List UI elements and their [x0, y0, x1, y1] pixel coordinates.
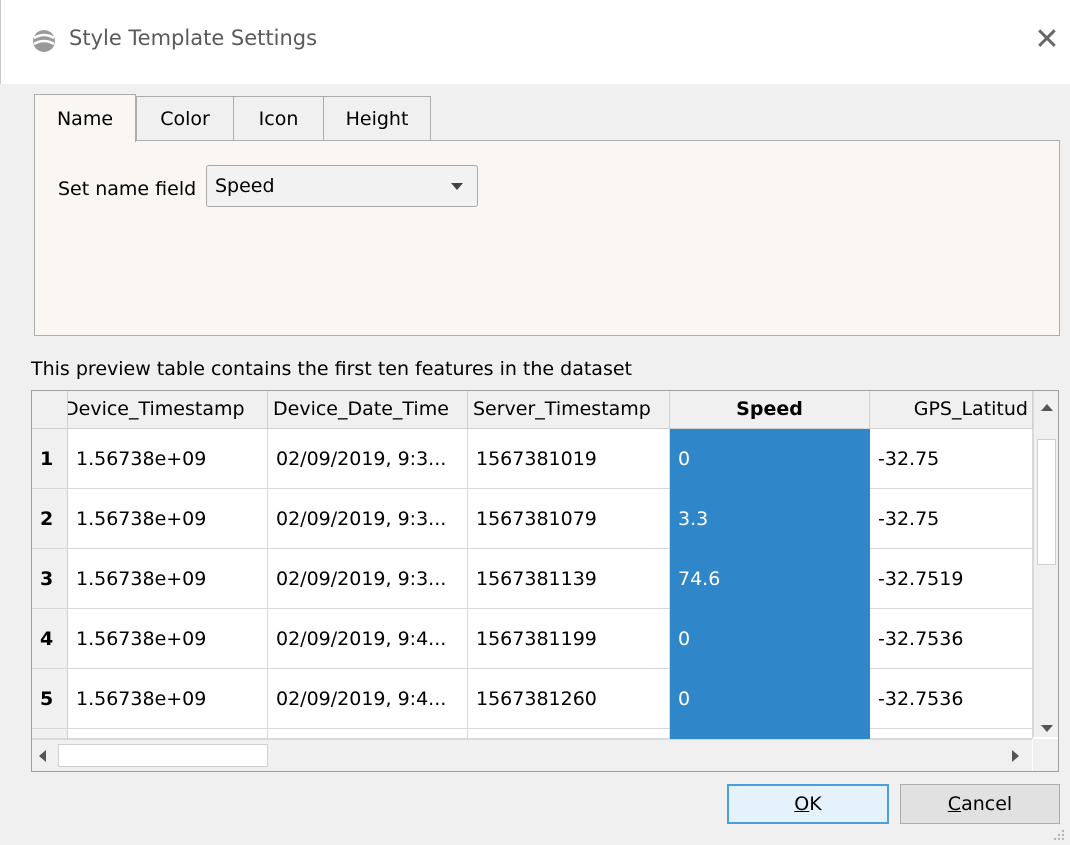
name-field-dropdown[interactable]: Speed	[206, 165, 478, 207]
table-cell[interactable]: 1567381019	[468, 429, 670, 489]
table-cell-selected[interactable]: 0	[670, 429, 870, 489]
close-button[interactable]: ✕	[1029, 22, 1065, 58]
tab-name-label: Name	[56, 107, 114, 130]
table-cell-selected[interactable]: 74.6	[670, 549, 870, 609]
table-cell[interactable]: 02/09/2019, 9:3...	[268, 429, 468, 489]
table-cell[interactable]: 1.56738e+09	[68, 669, 268, 729]
scroll-down-icon[interactable]	[1041, 725, 1053, 732]
table-cell[interactable]: 1567381139	[468, 549, 670, 609]
resize-grip-icon[interactable]	[1050, 826, 1066, 842]
table-cell-partial-selected	[670, 729, 870, 739]
tab-icon[interactable]: Icon	[233, 96, 324, 140]
tab-height[interactable]: Height	[323, 96, 431, 140]
table-cell[interactable]: -32.75	[870, 489, 1033, 549]
preview-description: This preview table contains the first te…	[31, 358, 632, 380]
ok-button-label: OK	[794, 793, 822, 815]
ok-button[interactable]: OK	[727, 784, 889, 824]
row-header[interactable]: 3	[32, 549, 68, 609]
column-header-device-timestamp[interactable]: Device_Timestamp	[68, 391, 268, 429]
preview-table: Device_Timestamp Device_Date_Time Server…	[31, 390, 1059, 772]
table-cell[interactable]: -32.75	[870, 429, 1033, 489]
column-header-gps-latitude[interactable]: GPS_Latitud	[870, 391, 1033, 429]
close-icon: ✕	[1034, 22, 1060, 57]
table-cell-partial	[268, 729, 468, 739]
table-cell-selected[interactable]: 0	[670, 609, 870, 669]
table-cell-selected[interactable]: 3.3	[670, 489, 870, 549]
row-header[interactable]: 2	[32, 489, 68, 549]
row-header[interactable]: 5	[32, 669, 68, 729]
table-cell[interactable]: 02/09/2019, 9:4...	[268, 669, 468, 729]
table-cell[interactable]: -32.7536	[870, 669, 1033, 729]
table-cell[interactable]: 1.56738e+09	[68, 609, 268, 669]
scroll-up-icon[interactable]	[1041, 404, 1053, 411]
scroll-corner	[1033, 739, 1058, 771]
app-globe-icon	[33, 30, 55, 52]
table-cell[interactable]: -32.7536	[870, 609, 1033, 669]
tab-icon-label: Icon	[258, 107, 299, 130]
table-cell[interactable]: -32.7519	[870, 549, 1033, 609]
table-cell[interactable]: 1.56738e+09	[68, 489, 268, 549]
table-cell[interactable]: 1.56738e+09	[68, 549, 268, 609]
row-header-partial	[32, 729, 68, 739]
tab-height-label: Height	[345, 107, 409, 130]
table-cell[interactable]: 1567381260	[468, 669, 670, 729]
column-header-device-date-time[interactable]: Device_Date_Time	[268, 391, 468, 429]
table-cell[interactable]: 1567381079	[468, 489, 670, 549]
table-cell-partial	[468, 729, 670, 739]
tab-color[interactable]: Color	[136, 96, 234, 140]
table-cell[interactable]: 02/09/2019, 9:3...	[268, 489, 468, 549]
table-cell[interactable]: 02/09/2019, 9:4...	[268, 609, 468, 669]
horizontal-scroll-thumb[interactable]	[58, 744, 268, 767]
row-header[interactable]: 4	[32, 609, 68, 669]
cancel-button-label: Cancel	[947, 793, 1013, 815]
name-field-value: Speed	[215, 175, 275, 197]
table-cell-partial	[68, 729, 268, 739]
row-header[interactable]: 1	[32, 429, 68, 489]
column-header-server-timestamp[interactable]: Server_Timestamp	[468, 391, 670, 429]
vertical-scroll-thumb[interactable]	[1037, 439, 1056, 565]
table-corner	[32, 391, 68, 429]
chevron-down-icon	[451, 183, 463, 190]
scroll-left-icon[interactable]	[39, 750, 46, 762]
vertical-scrollbar[interactable]	[1033, 391, 1058, 737]
scroll-right-icon[interactable]	[1012, 750, 1019, 762]
tab-color-label: Color	[160, 107, 210, 130]
name-tab-panel	[34, 140, 1060, 336]
window-title: Style Template Settings	[69, 26, 318, 50]
table-cell-partial	[870, 729, 1033, 739]
table-cell[interactable]: 1.56738e+09	[68, 429, 268, 489]
table-cell[interactable]: 1567381199	[468, 609, 670, 669]
set-name-field-label: Set name field	[58, 178, 197, 200]
tab-name[interactable]: Name	[34, 94, 136, 142]
column-header-speed[interactable]: Speed	[670, 391, 870, 429]
cancel-button[interactable]: Cancel	[900, 784, 1060, 824]
horizontal-scrollbar[interactable]	[32, 739, 1032, 771]
table-cell-selected[interactable]: 0	[670, 669, 870, 729]
table-cell[interactable]: 02/09/2019, 9:3...	[268, 549, 468, 609]
title-bar: Style Template Settings ✕	[0, 0, 1070, 84]
